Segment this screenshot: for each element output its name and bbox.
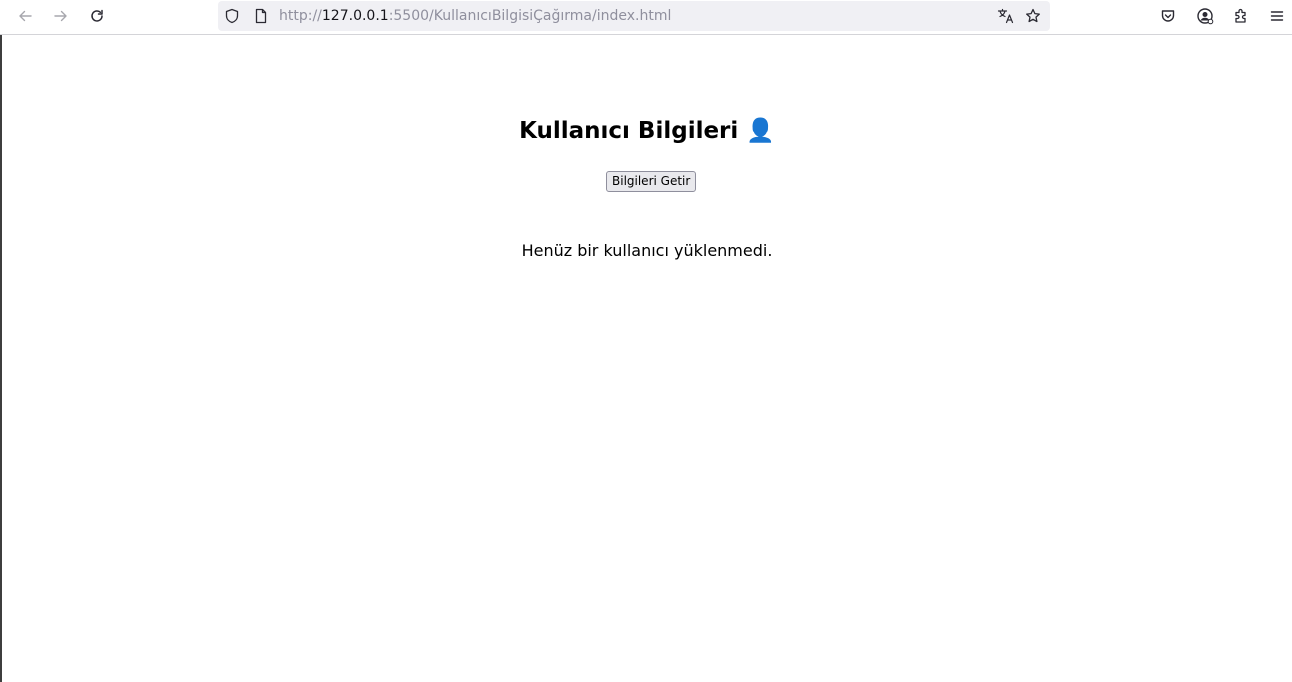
menu-icon bbox=[1270, 11, 1284, 21]
forward-button[interactable] bbox=[47, 4, 75, 28]
reload-icon bbox=[91, 9, 103, 22]
url-text[interactable]: http://127.0.0.1:5500/KullanıcıBilgisiÇa… bbox=[279, 8, 671, 24]
account-icon bbox=[1197, 8, 1214, 25]
extensions-icon bbox=[1235, 8, 1246, 23]
menu-button[interactable] bbox=[1263, 4, 1291, 28]
page-title: Kullanıcı Bilgileri 👤 bbox=[2, 116, 1292, 146]
page-icon[interactable] bbox=[253, 8, 269, 24]
extensions-button[interactable] bbox=[1227, 4, 1255, 28]
url-bar[interactable]: http://127.0.0.1:5500/KullanıcıBilgisiÇa… bbox=[218, 1, 1050, 31]
url-host: 127.0.0.1 bbox=[321, 8, 389, 24]
user-icon: 👤 bbox=[746, 118, 775, 144]
url-path: :5500/KullanıcıBilgisiÇağırma/index.html bbox=[388, 8, 672, 24]
back-button[interactable] bbox=[11, 4, 39, 28]
shield-icon[interactable] bbox=[224, 8, 240, 24]
url-prefix: http:// bbox=[279, 8, 322, 24]
back-icon bbox=[19, 10, 32, 22]
translate-icon[interactable] bbox=[997, 8, 1014, 24]
page-content: Kullanıcı Bilgileri 👤 Bilgileri Getir He… bbox=[2, 36, 1292, 682]
account-button[interactable] bbox=[1191, 4, 1219, 28]
browser-toolbar: http://127.0.0.1:5500/KullanıcıBilgisiÇa… bbox=[0, 0, 1292, 35]
forward-icon bbox=[54, 10, 67, 22]
page-title-text: Kullanıcı Bilgileri bbox=[519, 118, 739, 144]
fetch-info-button[interactable]: Bilgileri Getir bbox=[606, 171, 697, 192]
pocket-button[interactable] bbox=[1154, 4, 1182, 28]
bookmark-star-icon[interactable] bbox=[1025, 8, 1041, 24]
reload-button[interactable] bbox=[83, 4, 111, 28]
status-message: Henüz bir kullanıcı yüklenmedi. bbox=[521, 241, 773, 260]
pocket-icon bbox=[1161, 10, 1175, 22]
